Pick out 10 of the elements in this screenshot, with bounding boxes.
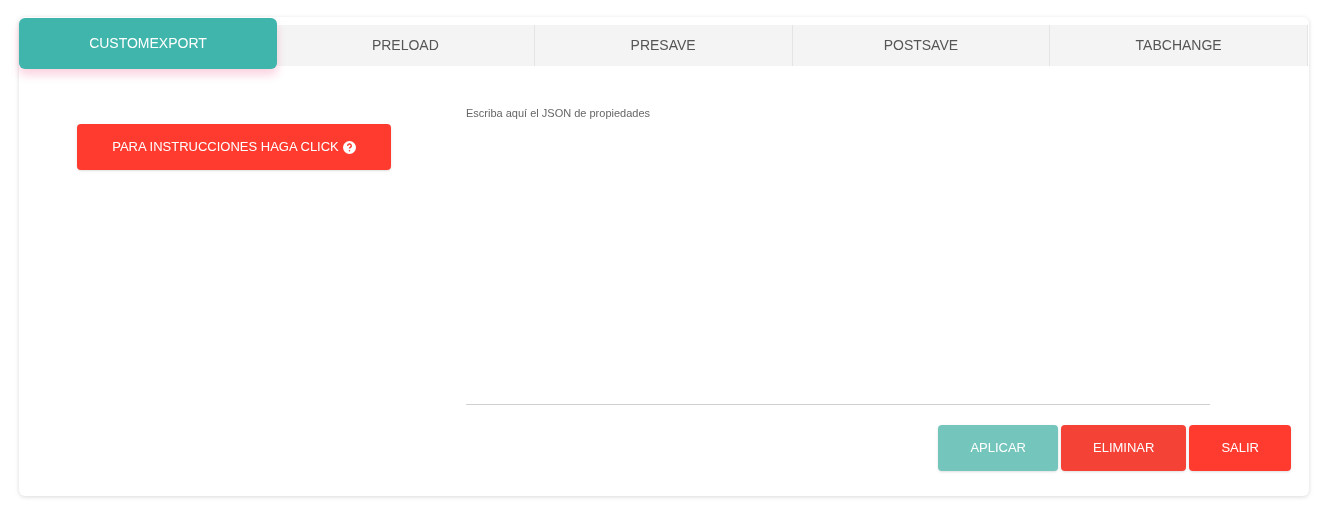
tab[interactable]: PRELOAD <box>277 25 535 66</box>
tab[interactable]: PRESAVE <box>534 25 793 66</box>
action-button[interactable]: SALIR <box>1189 425 1291 471</box>
tab[interactable]: TABCHANGE <box>1050 25 1308 66</box>
help-icon <box>342 140 356 154</box>
instructions-button[interactable]: PARA INSTRUCCIONES HAGA CLICK <box>77 124 391 170</box>
tab[interactable]: CUSTOMEXPORT <box>19 17 277 69</box>
tab[interactable]: POSTSAVE <box>792 25 1051 66</box>
json-field[interactable]: Escriba aquí el JSON de propiedades <box>466 105 1210 405</box>
action-button[interactable]: ELIMINAR <box>1061 425 1187 471</box>
